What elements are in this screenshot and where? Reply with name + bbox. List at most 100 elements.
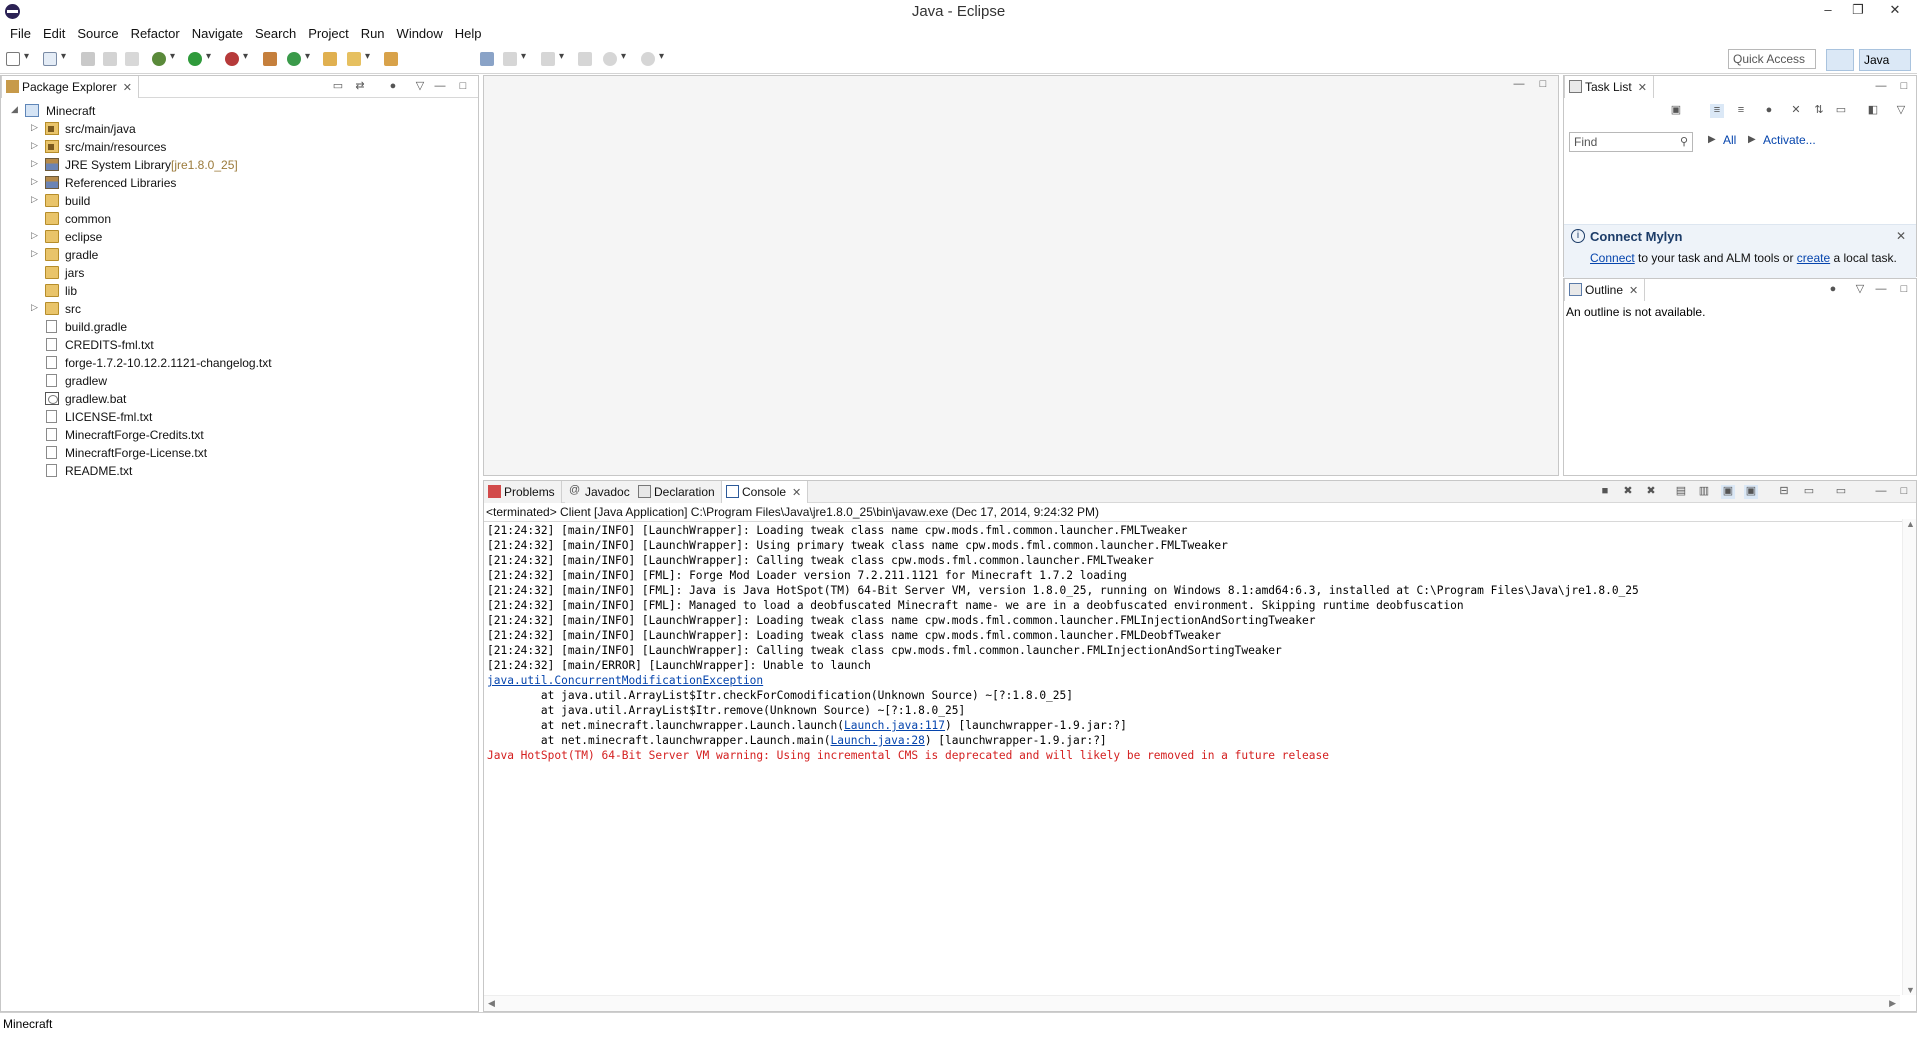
collapsed-arrow-icon[interactable]: ▷ <box>31 248 41 259</box>
categorized-icon[interactable]: ≡ <box>1710 104 1724 118</box>
tree-item[interactable]: gradlew.bat <box>1 390 478 408</box>
collapse-all-icon[interactable]: ▭ <box>1834 104 1848 118</box>
toggle-mark-occurrences-icon[interactable] <box>479 51 495 67</box>
maximize-editor-icon[interactable]: □ <box>1536 78 1550 92</box>
focus-on-active-task-icon[interactable]: ● <box>1826 283 1840 297</box>
tree-item[interactable]: common <box>1 210 478 228</box>
open-type-icon[interactable] <box>322 51 338 67</box>
console-output[interactable]: [21:24:32] [main/INFO] [LaunchWrapper]: … <box>487 523 1900 995</box>
collapsed-arrow-icon[interactable]: ▷ <box>31 194 41 205</box>
focus-workweek-icon[interactable]: ● <box>1762 104 1776 118</box>
next-annotation-icon[interactable] <box>502 51 526 67</box>
run-icon[interactable] <box>187 51 211 67</box>
menu-file[interactable]: File <box>4 26 37 41</box>
create-link[interactable]: create <box>1797 251 1830 265</box>
console-horizontal-scrollbar[interactable]: ◀ ▶ <box>484 995 1900 1011</box>
tab-declaration[interactable]: Declaration <box>634 481 722 503</box>
clear-console-icon[interactable]: ▤ <box>1674 485 1688 499</box>
tree-item[interactable]: gradlew <box>1 372 478 390</box>
tree-item[interactable]: ▷ src/main/resources <box>1 138 478 156</box>
scheduled-icon[interactable]: ≡ <box>1734 104 1748 118</box>
last-edit-location-icon[interactable] <box>577 51 593 67</box>
tree-item[interactable]: CREDITS-fml.txt <box>1 336 478 354</box>
collapsed-arrow-icon[interactable]: ▷ <box>31 302 41 313</box>
tab-package-explorer[interactable]: Package Explorer ✕ <box>1 76 139 98</box>
all-tasks-link[interactable]: All <box>1723 133 1736 147</box>
remove-all-terminated-icon[interactable]: ✖ <box>1644 485 1658 499</box>
tab-javadoc[interactable]: @ Javadoc <box>565 481 637 503</box>
expanded-arrow-icon[interactable]: ◢ <box>11 104 21 115</box>
tree-item[interactable]: forge-1.7.2-10.12.2.1121-changelog.txt <box>1 354 478 372</box>
tree-item[interactable]: ▷ Referenced Libraries <box>1 174 478 192</box>
link-with-editor-icon[interactable]: ⇄ <box>353 80 367 94</box>
activate-task-link[interactable]: Activate... <box>1763 133 1816 147</box>
minimize-editor-icon[interactable]: — <box>1512 78 1526 92</box>
collapse-all-icon[interactable]: ▭ <box>331 80 345 94</box>
maximize-view-icon[interactable]: □ <box>456 80 470 94</box>
show-on-stdout-icon[interactable]: ▣ <box>1721 485 1735 499</box>
close-tab-icon[interactable]: ✕ <box>1629 285 1638 297</box>
presentation-icon[interactable]: ◧ <box>1866 104 1880 118</box>
tree-item[interactable]: jars <box>1 264 478 282</box>
tab-problems[interactable]: Problems <box>484 481 562 503</box>
display-selected-console-icon[interactable]: ▭ <box>1802 485 1816 499</box>
scroll-down-icon[interactable]: ▼ <box>1906 985 1915 995</box>
terminate-icon[interactable]: ■ <box>1598 485 1612 499</box>
open-perspective-icon[interactable] <box>1826 49 1854 71</box>
debug-icon[interactable] <box>151 51 175 67</box>
tree-item[interactable]: ▷ JRE System Library [jre1.8.0_25] <box>1 156 478 174</box>
new-java-class-icon[interactable] <box>286 51 310 67</box>
menu-edit[interactable]: Edit <box>37 26 71 41</box>
menu-window[interactable]: Window <box>391 26 449 41</box>
tree-item[interactable]: ▷ build <box>1 192 478 210</box>
synchronize-icon[interactable]: ⇅ <box>1812 104 1826 118</box>
maximize-view-icon[interactable]: □ <box>1897 80 1911 94</box>
restore-button[interactable]: ❐ <box>1843 0 1873 20</box>
print-icon[interactable] <box>124 51 140 67</box>
tree-item[interactable]: lib <box>1 282 478 300</box>
new-java-package-icon[interactable] <box>262 51 278 67</box>
tree-item[interactable]: ▷ eclipse <box>1 228 478 246</box>
tree-item[interactable]: ▷ src/main/java <box>1 120 478 138</box>
tree-item[interactable]: MinecraftForge-License.txt <box>1 444 478 462</box>
scroll-up-icon[interactable]: ▲ <box>1906 519 1915 529</box>
new-task-icon[interactable]: ▣ <box>1669 104 1683 118</box>
tree-item[interactable]: MinecraftForge-Credits.txt <box>1 426 478 444</box>
run-external-tools-icon[interactable] <box>224 51 248 67</box>
menu-refactor[interactable]: Refactor <box>125 26 186 41</box>
focus-on-active-task-icon[interactable]: ● <box>386 80 400 94</box>
collapsed-arrow-icon[interactable]: ▷ <box>31 230 41 241</box>
minimize-view-icon[interactable]: — <box>1874 80 1888 94</box>
console-vertical-scrollbar[interactable]: ▲ ▼ <box>1902 519 1916 995</box>
open-task-icon[interactable] <box>383 51 399 67</box>
search-icon[interactable] <box>346 51 370 67</box>
save-all-icon[interactable] <box>102 51 118 67</box>
tab-console[interactable]: Console ✕ <box>721 481 809 503</box>
tree-item[interactable]: README.txt <box>1 462 478 480</box>
save-icon[interactable] <box>80 51 96 67</box>
maximize-view-icon[interactable]: □ <box>1897 485 1911 499</box>
tree-item[interactable]: build.gradle <box>1 318 478 336</box>
minimize-view-icon[interactable]: — <box>433 80 447 94</box>
menu-search[interactable]: Search <box>249 26 302 41</box>
tab-task-list[interactable]: Task List ✕ <box>1564 76 1654 98</box>
close-tab-icon[interactable]: ✕ <box>123 82 132 94</box>
scroll-lock-icon[interactable]: ▥ <box>1697 485 1711 499</box>
minimize-view-icon[interactable]: — <box>1874 485 1888 499</box>
scroll-left-icon[interactable]: ◀ <box>488 998 495 1009</box>
menu-help[interactable]: Help <box>449 26 488 41</box>
minimize-view-icon[interactable]: — <box>1874 283 1888 297</box>
view-menu-icon[interactable]: ▽ <box>1853 283 1867 297</box>
connect-link[interactable]: Connect <box>1590 251 1635 265</box>
close-tab-icon[interactable]: ✕ <box>792 487 801 499</box>
editor-area[interactable]: — □ <box>483 75 1559 476</box>
minimize-button[interactable]: – <box>1813 0 1843 20</box>
close-tab-icon[interactable]: ✕ <box>1638 82 1647 94</box>
menu-navigate[interactable]: Navigate <box>186 26 249 41</box>
view-menu-icon[interactable]: ▽ <box>413 80 427 94</box>
new-icon[interactable] <box>5 51 29 67</box>
back-icon[interactable] <box>602 51 626 67</box>
menu-run[interactable]: Run <box>355 26 391 41</box>
collapsed-arrow-icon[interactable]: ▷ <box>31 158 41 169</box>
launch-java-28-link[interactable]: Launch.java:28 <box>831 734 925 747</box>
